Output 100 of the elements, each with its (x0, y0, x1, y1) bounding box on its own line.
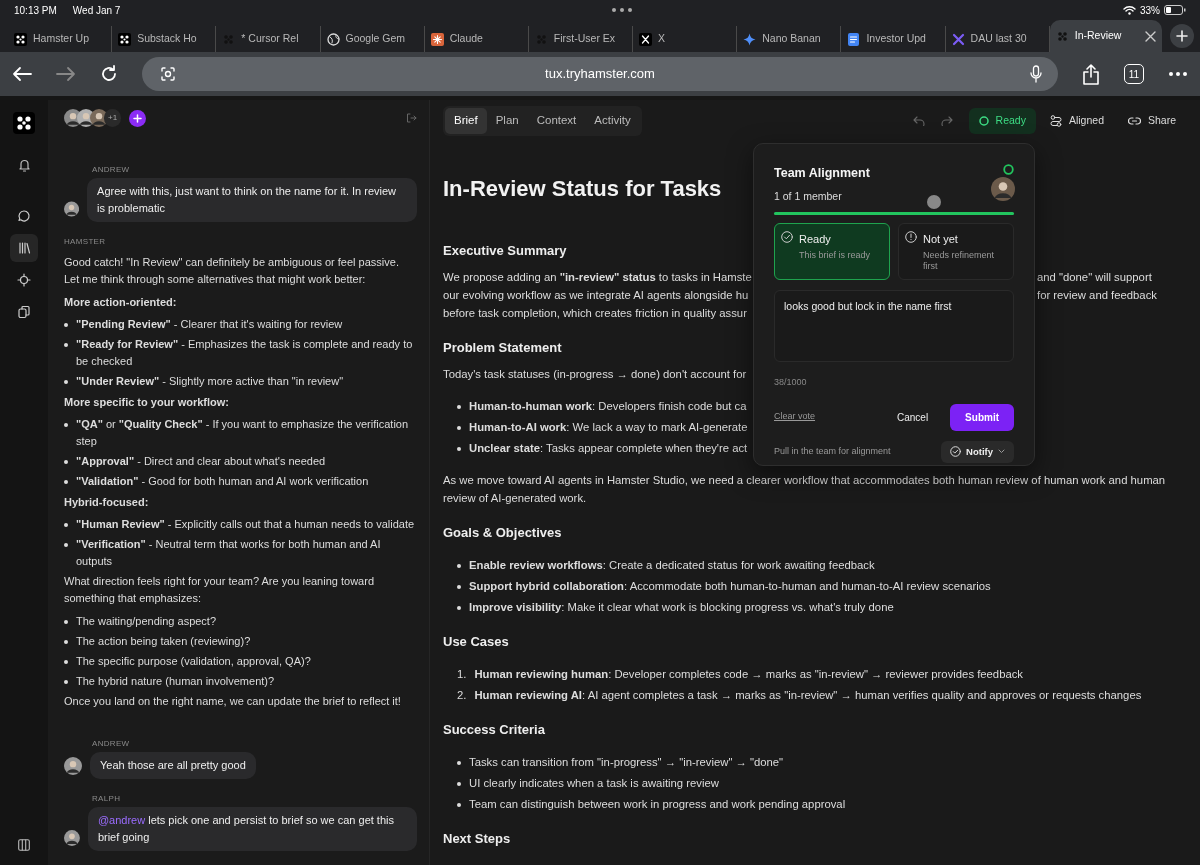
bullet-icon (457, 405, 461, 409)
message-text: Once you land on the right name, we can update the brief to reflect it! (64, 694, 402, 709)
bullet-icon (64, 380, 68, 384)
vote-option[interactable]: Ready This brief is ready (774, 222, 890, 280)
microphone-icon[interactable] (1030, 65, 1042, 83)
battery-percentage: 33% (1140, 3, 1160, 18)
rail-item[interactable] (10, 234, 38, 262)
bullet-icon (457, 606, 461, 610)
list-item: "Verification" - Neutral term that works for both human and AI outputs (76, 537, 382, 569)
multitasking-dots-icon (610, 7, 633, 13)
text-line: and "done" will support (1037, 270, 1152, 285)
check-circle-icon (781, 230, 793, 243)
list-number: 2. (457, 688, 467, 703)
bullet-icon (64, 640, 68, 644)
message-bubble: Agree with this, just want to think on the name for it. In review is problematic (87, 178, 417, 222)
doc-tab[interactable]: Brief (445, 108, 487, 134)
member-count: 1 of 1 member (774, 188, 842, 204)
share-icon[interactable] (1082, 63, 1100, 85)
exit-icon[interactable] (406, 113, 417, 123)
doc-tab[interactable]: Context (527, 108, 586, 134)
section-heading: Success Criteria (443, 721, 545, 739)
message-heading: More specific to your workflow: (64, 395, 230, 410)
clock-time: 10:13 PM (14, 3, 57, 18)
message-bubble: Yeah those are all pretty good (90, 752, 256, 779)
section-heading: Goals & Objectives (443, 524, 562, 542)
section-heading: Executive Summary (443, 242, 567, 260)
list-item: The specific purpose (validation, approval, QA)? (76, 654, 311, 669)
share-button[interactable]: Share (1117, 108, 1186, 134)
list-item: "Human Review" - Explicitly calls out that a human needs to validate (76, 517, 415, 532)
clear-vote-link[interactable]: Clear vote (774, 410, 816, 424)
new-tab-icon[interactable] (1170, 24, 1194, 48)
bullet-icon (64, 660, 68, 664)
bullet-icon (457, 761, 461, 765)
list-item: "Validation" - Good for both human and AI work verification (76, 474, 369, 489)
submit-button[interactable]: Submit (950, 403, 1014, 431)
bullet-icon (64, 480, 68, 484)
bullet-icon (64, 620, 68, 624)
author-name: HAMSTER (64, 236, 107, 248)
vote-option[interactable]: Not yet Needs refinement first (898, 222, 1014, 280)
list-item: "QA" or "Quality Check" - If you want to emphasize the verification step (76, 417, 410, 449)
list-item: Team can distinguish between work in progress and work pending approval (469, 797, 846, 812)
more-icon[interactable] (1168, 71, 1188, 77)
cancel-button[interactable]: Cancel (890, 408, 935, 426)
list-item: Human reviewing human: Developer completes code → marks as "in-review" → reviewer provides feedback (474, 667, 1023, 682)
list-item: Unclear state: Tasks appear complete when they're act (469, 441, 748, 456)
bullet-icon (457, 782, 461, 786)
list-item: Human-to-AI work: We lack a way to mark AI-generate (469, 420, 748, 435)
user-avatar (64, 829, 80, 847)
list-item: UI clearly indicates when a task is awaiting review (469, 776, 719, 791)
asterisk-logo-icon (430, 32, 444, 46)
app-logo-icon[interactable] (13, 112, 35, 134)
list-item: The action being taken (reviewing)? (76, 634, 251, 649)
section-heading: Next Steps (443, 830, 511, 848)
columns-icon[interactable] (18, 839, 30, 851)
list-item: Improve visibility: Make it clear what work is blocking progress vs. what's truly done (469, 600, 894, 615)
logo-icon (1055, 29, 1069, 43)
list-item: Human reviewing AI: AI agent completes a task → marks as "in-review" → human verifies quality and approves or requests changes (474, 688, 1142, 703)
close-icon[interactable] (1145, 30, 1156, 42)
globe-icon (326, 32, 340, 46)
mention-link[interactable]: @andrew (97, 814, 146, 826)
list-item: Support hybrid collaboration: Accommodate both human-to-human and human-to-AI review scenarios (469, 579, 991, 594)
lens-icon[interactable] (160, 66, 176, 82)
browser-tab[interactable]: In-Review (1049, 20, 1162, 52)
list-item: The hybrid nature (human involvement)? (76, 674, 275, 689)
bullet-icon (64, 543, 68, 547)
redo-icon[interactable] (940, 116, 953, 126)
notify-button[interactable]: Notify (941, 440, 1014, 463)
caret-icon (998, 449, 1005, 455)
doc-tab[interactable]: Activity (585, 108, 640, 134)
add-participant-button[interactable] (129, 109, 147, 127)
bullet-icon (457, 564, 461, 568)
reload-icon[interactable] (100, 65, 118, 83)
library-icon (17, 241, 31, 255)
message-text: What direction feels right for your team? Are you leaning toward something that emphasizes: (64, 574, 375, 606)
popover-title: Team Alignment (774, 165, 870, 182)
status-button[interactable]: Ready (968, 108, 1036, 134)
message-heading: Hybrid-focused: (64, 495, 149, 510)
footer-text: Pull in the team for alignment (774, 444, 891, 458)
crosshair-icon (17, 273, 31, 287)
back-icon[interactable] (12, 66, 32, 82)
route-icon (1049, 115, 1062, 127)
list-item: Human-to-human work: Developers finish code but ca (469, 399, 747, 414)
address-bar[interactable]: tux.tryhamster.com (142, 57, 1058, 91)
text-line: our evolving workflow as we integrate AI agents alongside hu (443, 288, 750, 303)
section-heading: Problem Statement (443, 339, 562, 357)
message-bubble: @andrew lets pick one and persist to brief so we can get this brief going (87, 807, 417, 851)
forward-icon[interactable] (56, 66, 76, 82)
list-number: 1. (457, 667, 467, 682)
sparkle-icon (743, 32, 757, 46)
status-ring-icon (1003, 164, 1014, 175)
character-count: 38/1000 (774, 376, 808, 389)
pointer-cursor-icon (927, 195, 941, 209)
doc-tab[interactable]: Plan (486, 108, 528, 134)
message-text: Good catch! "In Review" can definitely be ambiguous or feel passive. Let me think through some alternatives that might work better: (64, 255, 400, 287)
bullet-icon (64, 343, 68, 347)
comment-field[interactable]: looks good but lock in the name first (774, 290, 1014, 362)
aligned-button[interactable]: Aligned (1039, 108, 1114, 134)
tab-count-button[interactable]: 11 (1124, 64, 1144, 84)
notifications-icon[interactable] (17, 158, 31, 172)
undo-icon[interactable] (912, 116, 925, 126)
